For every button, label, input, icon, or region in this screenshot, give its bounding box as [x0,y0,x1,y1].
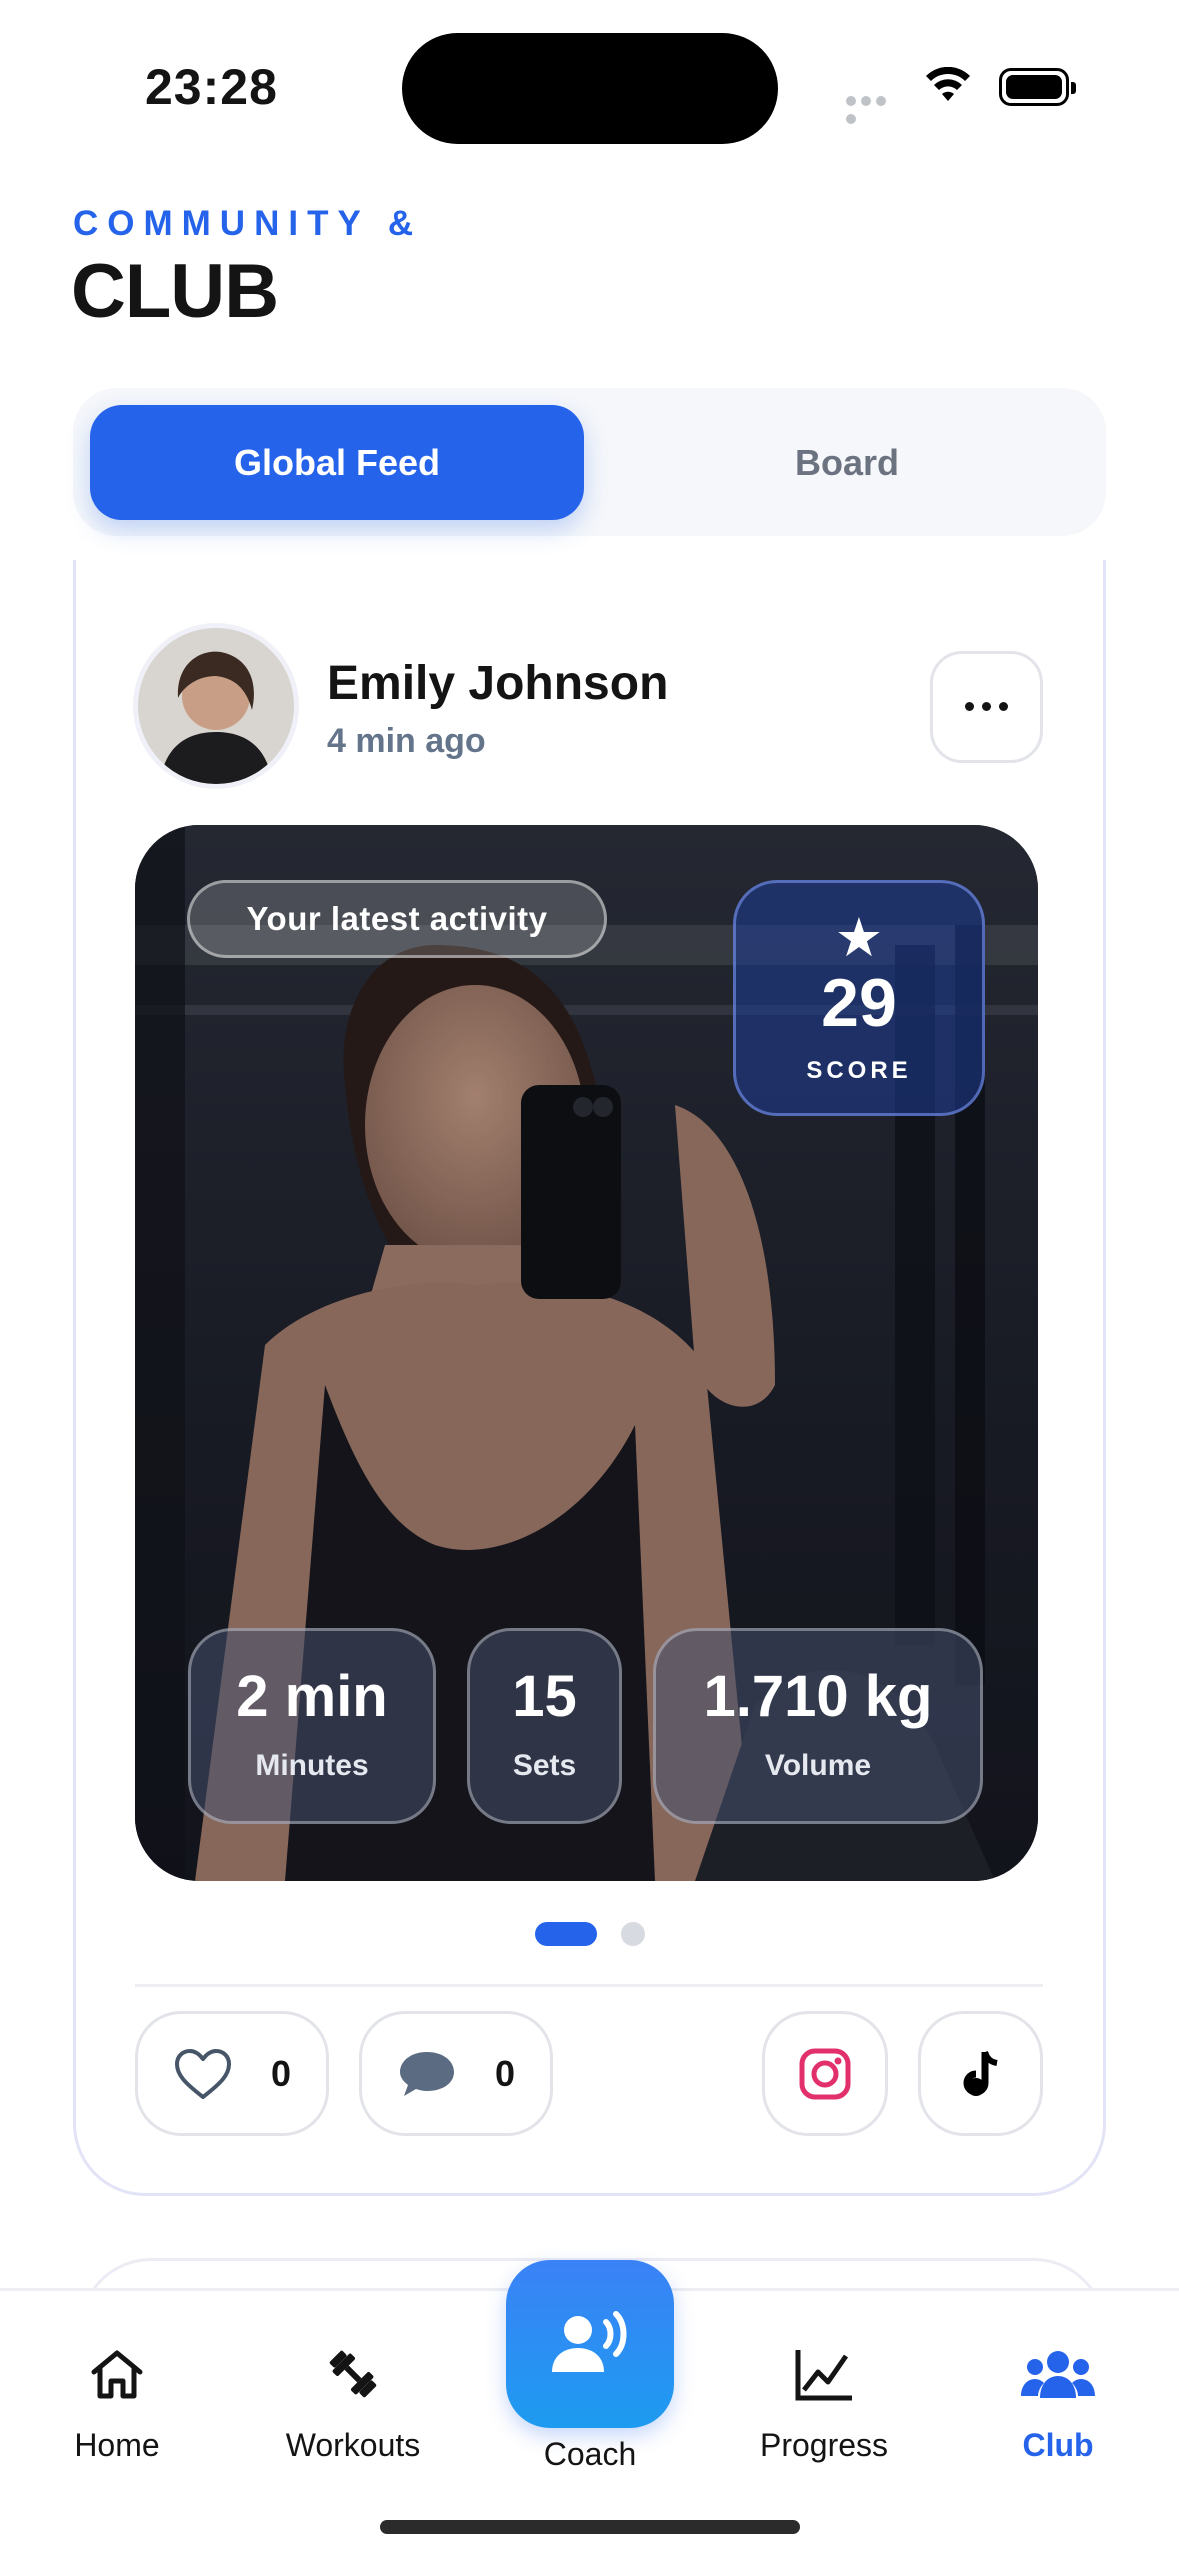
divider [135,1984,1043,1987]
cellular-signal-icon [846,93,904,124]
activity-photo-carousel[interactable]: Your latest activity ★ 29 SCORE 2 min Mi… [135,825,1038,1881]
tab-home-label: Home [74,2427,160,2463]
like-count: 0 [270,2052,292,2094]
avatar[interactable] [138,628,294,784]
tab-workouts-label: Workouts [285,2427,421,2463]
stat-value: 2 min [236,1664,388,1729]
stat-volume: 1.710 kg Volume [653,1628,983,1824]
like-button[interactable]: 0 [135,2011,329,2136]
ellipsis-icon [961,698,1012,716]
page-title: CLUB [71,249,279,334]
stat-value: 15 [512,1664,577,1729]
instagram-icon [799,2048,851,2099]
avatar-photo [138,628,294,784]
tab-global-feed[interactable]: Global Feed [90,405,584,520]
page-kicker: COMMUNITY & [73,204,423,243]
score-badge: ★ 29 SCORE [733,880,985,1116]
tab-progress[interactable]: Progress [724,2291,924,2491]
people-icon [1021,2351,1095,2398]
share-tiktok-button[interactable] [918,2011,1043,2136]
comment-button[interactable]: 0 [359,2011,553,2136]
more-options-button[interactable] [930,651,1043,763]
tab-home[interactable]: Home [17,2291,217,2491]
feed-segmented-control: Global Feed Board [73,388,1106,536]
post-timestamp: 4 min ago [327,722,486,760]
wifi-icon [926,67,970,101]
coach-voice-icon [552,2311,627,2372]
latest-activity-badge: Your latest activity [187,880,607,958]
stat-minutes: 2 min Minutes [188,1628,436,1824]
stat-value: 1.710 kg [703,1664,933,1729]
share-instagram-button[interactable] [762,2011,888,2136]
tab-coach-label[interactable]: Coach [490,2436,690,2473]
home-indicator[interactable] [380,2520,800,2534]
music-note-icon [963,2050,998,2096]
stat-label: Sets [512,1749,577,1782]
tab-coach[interactable] [506,2260,674,2428]
status-bar: 23:28 [0,0,1179,180]
home-icon [91,2350,143,2399]
tab-board[interactable]: Board [603,405,1091,520]
status-time: 23:28 [145,59,278,115]
tab-club[interactable]: Club [958,2291,1158,2491]
battery-icon [999,68,1076,106]
star-icon: ★ [834,908,884,968]
score-value: 29 [821,965,897,1041]
tab-club-label: Club [1022,2427,1094,2463]
dynamic-island [402,33,778,144]
score-label: SCORE [806,1057,912,1084]
carousel-dot-active[interactable] [535,1922,597,1946]
tab-workouts[interactable]: Workouts [253,2291,453,2491]
tab-progress-label: Progress [759,2427,889,2463]
stat-sets: 15 Sets [467,1628,622,1824]
comment-count: 0 [494,2052,516,2094]
dumbbell-icon [329,2350,377,2398]
heart-icon [174,2048,231,2099]
stat-label: Minutes [255,1749,369,1782]
stat-label: Volume [764,1749,872,1782]
post-author-name[interactable]: Emily Johnson [327,656,668,711]
chart-icon [795,2350,852,2401]
carousel-dot[interactable] [621,1922,645,1946]
speech-bubble-icon [399,2051,454,2096]
